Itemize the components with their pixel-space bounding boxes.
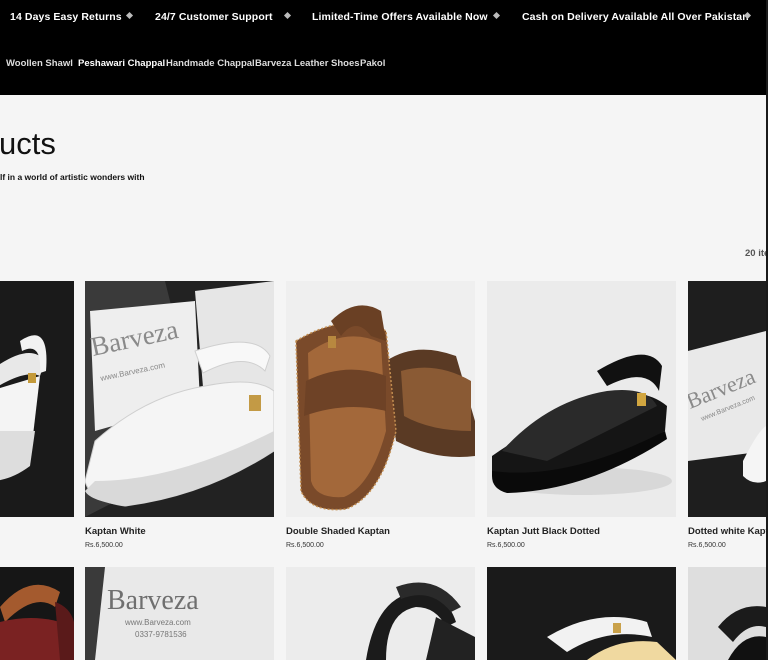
product-image[interactable]: Barveza www.Barveza.com 0337-9781536 bbox=[85, 567, 274, 660]
nav-item-pakol[interactable]: Pakol bbox=[360, 58, 385, 69]
announcement-text: Cash on Delivery Available All Over Paki… bbox=[522, 11, 749, 23]
nav-item-peshawari-chappal[interactable]: Peshawari Chappal bbox=[78, 58, 165, 69]
separator-icon bbox=[283, 11, 292, 20]
announcement-text: 14 Days Easy Returns bbox=[10, 11, 122, 23]
product-title[interactable]: Kaptan White bbox=[85, 526, 146, 537]
announcement-text: 24/7 Customer Support bbox=[155, 11, 273, 23]
brand-phone-text: 0337-9781536 bbox=[135, 630, 187, 639]
product-image[interactable] bbox=[0, 567, 74, 660]
product-price: Rs.6,500.00 bbox=[487, 542, 525, 549]
product-count: 20 ite bbox=[745, 248, 768, 259]
product-image-kaptan-white[interactable]: Barveza www.Barveza.com bbox=[85, 281, 274, 517]
product-title[interactable]: Double Shaded Kaptan bbox=[286, 526, 390, 537]
page-title: ucts bbox=[0, 126, 56, 161]
product-image[interactable] bbox=[688, 567, 766, 660]
separator-icon bbox=[125, 11, 134, 20]
product-price: Rs.6,500.00 bbox=[688, 542, 726, 549]
product-title[interactable]: Kaptan Jutt Black Dotted bbox=[487, 526, 600, 537]
product-image-double-shaded-kaptan[interactable] bbox=[286, 281, 475, 517]
nav-item-woollen-shawl[interactable]: Woollen Shawl bbox=[6, 58, 73, 69]
product-image-kaptan-jutt-black-dotted[interactable] bbox=[487, 281, 676, 517]
nav-item-handmade-chappal[interactable]: Handmade Chappal bbox=[166, 58, 255, 69]
collection-description: lf in a world of artistic wonders with bbox=[0, 172, 145, 182]
site-header: 14 Days Easy Returns 24/7 Customer Suppo… bbox=[0, 0, 768, 95]
announcement-text: Limited-Time Offers Available Now bbox=[312, 11, 488, 23]
product-price: Rs.6,500.00 bbox=[85, 542, 123, 549]
brand-watermark-text: Barveza bbox=[107, 585, 199, 616]
brand-url-text: www.Barveza.com bbox=[124, 618, 191, 627]
product-image[interactable] bbox=[487, 567, 676, 660]
product-title[interactable]: Dotted white Kaptan bbox=[688, 526, 768, 537]
separator-icon bbox=[492, 11, 501, 20]
product-image[interactable] bbox=[0, 281, 74, 517]
product-image-dotted-white-kaptan[interactable]: Barveza www.Barveza.com bbox=[688, 281, 766, 517]
product-price: Rs.6,500.00 bbox=[286, 542, 324, 549]
product-image[interactable] bbox=[286, 567, 475, 660]
nav-item-barveza-leather-shoes[interactable]: Barveza Leather Shoes bbox=[255, 58, 360, 69]
announcement-bar: 14 Days Easy Returns 24/7 Customer Suppo… bbox=[0, 0, 768, 34]
